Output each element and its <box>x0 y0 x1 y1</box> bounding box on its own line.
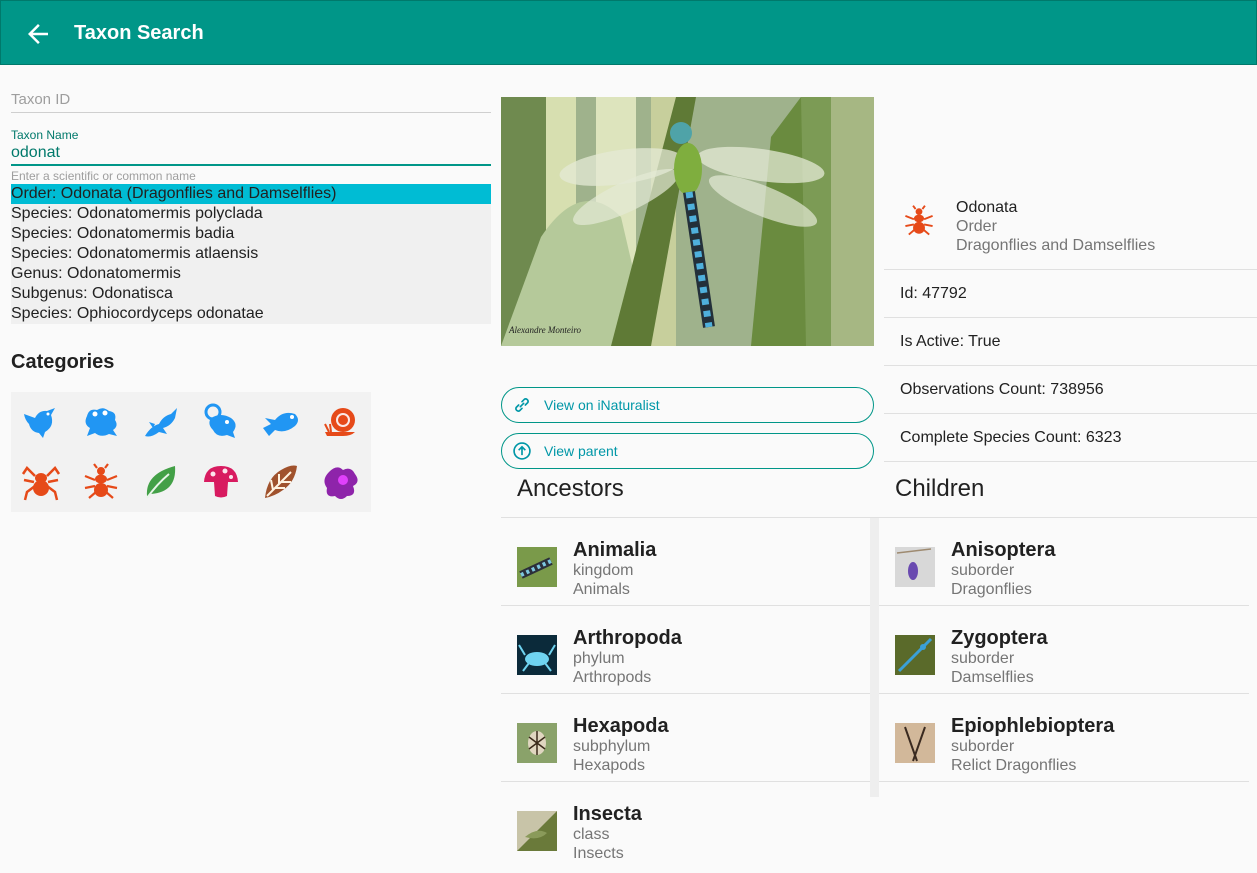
ancestor-common: Arthropods <box>573 669 652 686</box>
view-parent-label: View parent <box>544 443 618 459</box>
categories-grid <box>11 392 371 512</box>
child-common: Damselflies <box>951 669 1034 686</box>
categories-title: Categories <box>11 351 115 373</box>
insect-icon[interactable] <box>81 462 121 502</box>
taxon-photo: Alexandre Monteiro <box>501 97 874 346</box>
taxon-thumbnail <box>517 811 557 851</box>
taxon-thumbnail <box>895 635 935 675</box>
plant-icon[interactable] <box>141 462 181 502</box>
child-rank: suborder <box>951 562 1015 579</box>
mollusk-icon[interactable] <box>321 402 361 442</box>
ancestors-list: Animalia kingdom Animals Arthropoda phyl… <box>501 518 871 870</box>
arachnid-icon[interactable] <box>21 462 61 502</box>
page-title: Taxon Search <box>74 22 204 44</box>
children-list: Anisoptera suborder Dragonflies Zygopter… <box>879 518 1249 782</box>
child-rank: suborder <box>951 738 1015 755</box>
observations-count-row: Observations Count: 738956 <box>884 366 1257 414</box>
taxon-name-field[interactable]: Taxon Name odonat Enter a scientific or … <box>11 128 491 183</box>
bird-icon[interactable] <box>21 402 61 442</box>
view-inaturalist-button[interactable]: View on iNaturalist <box>501 387 874 423</box>
suggestion-item[interactable]: Species: Ophiocordyceps odonatae <box>11 304 491 324</box>
ancestor-common: Animals <box>573 581 630 598</box>
child-name: Anisoptera <box>951 539 1056 561</box>
fungi-icon[interactable] <box>201 462 241 502</box>
app-bar: Taxon Search <box>0 0 1257 65</box>
taxon-info-card: Odonata Order Dragonflies and Damselflie… <box>884 180 1257 462</box>
protozoa-icon[interactable] <box>321 462 361 502</box>
taxon-common-name: Dragonflies and Damselflies <box>956 237 1156 254</box>
reptile-icon[interactable] <box>141 402 181 442</box>
child-rank: suborder <box>951 650 1015 667</box>
child-tile[interactable]: Zygoptera suborder Damselflies <box>879 606 1249 694</box>
suggestion-item[interactable]: Species: Odonatomermis polyclada <box>11 204 491 224</box>
view-parent-button[interactable]: View parent <box>501 433 874 469</box>
taxon-name-label: Taxon Name <box>11 128 79 142</box>
child-tile[interactable]: Epiophlebioptera suborder Relict Dragonf… <box>879 694 1249 782</box>
frog-icon[interactable] <box>81 402 121 442</box>
suggestion-item[interactable]: Species: Odonatomermis badia <box>11 224 491 244</box>
taxon-id-placeholder: Taxon ID <box>11 91 71 108</box>
ancestor-rank: class <box>573 826 610 843</box>
ancestor-name: Animalia <box>573 539 657 561</box>
child-common: Relict Dragonflies <box>951 757 1077 774</box>
ancestors-title: Ancestors <box>517 475 624 502</box>
taxon-name-hint: Enter a scientific or common name <box>11 169 196 183</box>
taxon-thumbnail <box>517 547 557 587</box>
taxon-name-input[interactable]: odonat <box>11 144 491 166</box>
link-icon <box>515 398 529 412</box>
suggestion-item[interactable]: Order: Odonata (Dragonflies and Damselfl… <box>11 184 491 204</box>
ancestor-common: Insects <box>573 845 624 862</box>
taxon-detail-pane: Alexandre Monteiro View on iNaturalist V… <box>501 65 1257 873</box>
insect-icon <box>905 205 933 236</box>
species-count-row: Complete Species Count: 6323 <box>884 414 1257 462</box>
taxon-header: Odonata Order Dragonflies and Damselflie… <box>884 180 1257 270</box>
taxon-rank: Order <box>956 218 997 235</box>
ancestor-tile[interactable]: Hexapoda subphylum Hexapods <box>501 694 871 782</box>
children-title: Children <box>895 475 985 502</box>
search-pane: Taxon ID Taxon Name odonat Enter a scien… <box>0 65 501 873</box>
taxon-thumbnail <box>895 723 935 763</box>
taxon-thumbnail <box>517 723 557 763</box>
taxon-id-row: Id: 47792 <box>884 270 1257 318</box>
ancestor-tile[interactable]: Insecta class Insects <box>501 782 871 870</box>
suggestion-item[interactable]: Species: Odonatomermis atlaensis <box>11 244 491 264</box>
suggestion-item[interactable]: Genus: Odonatomermis <box>11 264 491 284</box>
ancestor-common: Hexapods <box>573 757 646 774</box>
photo-signature: Alexandre Monteiro <box>508 325 582 335</box>
ancestors-scrollbar[interactable] <box>870 518 879 797</box>
arrow-back-icon[interactable] <box>23 19 53 49</box>
arrow-up-circle-icon <box>513 442 531 460</box>
mammal-icon[interactable] <box>201 402 241 442</box>
taxon-active-row: Is Active: True <box>884 318 1257 366</box>
fish-icon[interactable] <box>261 402 301 442</box>
ancestor-name: Insecta <box>573 803 642 825</box>
ancestor-rank: kingdom <box>573 562 634 579</box>
child-common: Dragonflies <box>951 581 1032 598</box>
suggestion-item[interactable]: Subgenus: Odonatisca <box>11 284 491 304</box>
ancestor-name: Arthropoda <box>573 627 682 649</box>
ancestor-tile[interactable]: Animalia kingdom Animals <box>501 518 871 606</box>
taxon-id-field[interactable]: Taxon ID <box>11 91 491 113</box>
ancestor-tile[interactable]: Arthropoda phylum Arthropods <box>501 606 871 694</box>
autocomplete-list: Order: Odonata (Dragonflies and Damselfl… <box>11 184 491 324</box>
child-tile[interactable]: Anisoptera suborder Dragonflies <box>879 518 1249 606</box>
ancestor-name: Hexapoda <box>573 715 669 737</box>
taxon-thumbnail <box>895 547 935 587</box>
view-inaturalist-label: View on iNaturalist <box>544 397 660 413</box>
ancestor-rank: phylum <box>573 650 625 667</box>
chromista-icon[interactable] <box>261 462 301 502</box>
taxon-thumbnail <box>517 635 557 675</box>
child-name: Epiophlebioptera <box>951 715 1115 737</box>
ancestor-rank: subphylum <box>573 738 651 755</box>
taxon-name: Odonata <box>956 199 1018 216</box>
child-name: Zygoptera <box>951 627 1048 649</box>
